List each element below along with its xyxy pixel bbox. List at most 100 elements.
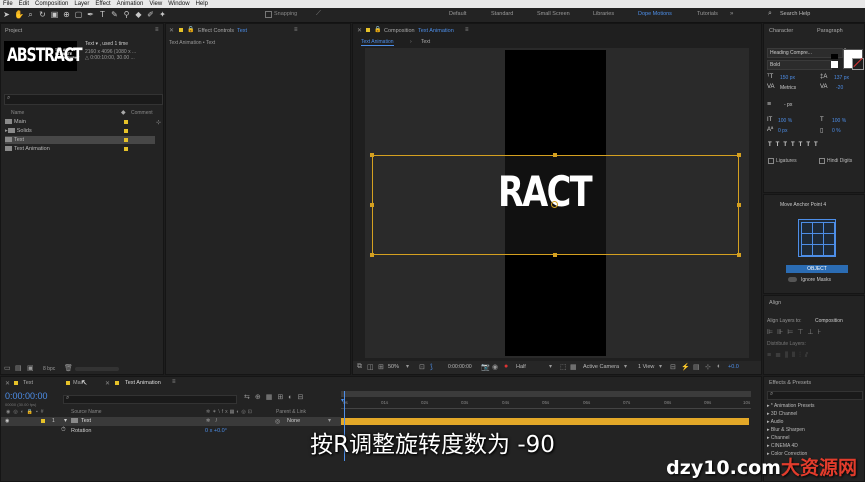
- zoom-tool-icon[interactable]: ⌕: [26, 10, 35, 19]
- project-item-main[interactable]: Main: [5, 118, 155, 126]
- stroke-color-swatch[interactable]: [852, 57, 864, 70]
- snapshot-icon[interactable]: 📷: [481, 363, 490, 371]
- snap-options-icon[interactable]: ⟋: [316, 10, 321, 18]
- font-style-select[interactable]: Bold: [767, 60, 832, 70]
- label-color-swatch[interactable]: [41, 419, 45, 423]
- col-source-header[interactable]: Source Name: [71, 409, 102, 415]
- transform-handle[interactable]: [370, 203, 374, 207]
- selection-tool-icon[interactable]: ➤: [2, 10, 11, 19]
- tracking-value[interactable]: -20: [836, 85, 843, 91]
- anchor-bottom-right[interactable]: [823, 244, 835, 256]
- effect-controls-tab[interactable]: Effect Controls: [198, 28, 234, 34]
- transform-handle[interactable]: [737, 153, 741, 157]
- anchor-grid[interactable]: [798, 219, 836, 257]
- always-preview-icon[interactable]: ⧉: [357, 363, 362, 371]
- project-item-text[interactable]: Text: [5, 136, 155, 144]
- camera-select[interactable]: Active Camera: [583, 364, 619, 370]
- resolution-select[interactable]: Half: [516, 364, 526, 370]
- project-item-text-animation[interactable]: Text Animation: [5, 145, 155, 153]
- color-channel-icon[interactable]: ●: [504, 363, 508, 370]
- project-tab[interactable]: Project: [5, 28, 22, 34]
- horizontal-scale-value[interactable]: 100 %: [832, 118, 846, 124]
- baseline-shift-value[interactable]: 0 px: [778, 128, 787, 134]
- transform-handle[interactable]: [370, 253, 374, 257]
- effects-presets-tab[interactable]: Effects & Presets: [769, 380, 811, 386]
- flowchart-icon[interactable]: ⊹: [705, 363, 711, 371]
- project-item-solids[interactable]: ▸ Solids: [5, 127, 155, 135]
- white-swatch[interactable]: [831, 61, 838, 68]
- label-color-swatch[interactable]: [124, 138, 128, 142]
- roto-brush-tool-icon[interactable]: ✐: [146, 10, 155, 19]
- comp-subtab-text[interactable]: Text: [421, 39, 430, 45]
- time-ruler[interactable]: 0s 01s 02s 03s 04s 05s 06s 07s 08s 09s 1…: [341, 398, 751, 409]
- new-folder-icon[interactable]: ▤: [15, 364, 22, 372]
- close-tab-icon[interactable]: ✕: [169, 27, 174, 34]
- transform-handle[interactable]: [737, 203, 741, 207]
- bit-depth-button[interactable]: 8 bpc: [43, 366, 55, 372]
- menu-composition[interactable]: Composition: [35, 1, 68, 7]
- transform-handle[interactable]: [737, 253, 741, 257]
- snapping-checkbox[interactable]: [265, 11, 272, 18]
- effect-controls-layer[interactable]: Text: [237, 28, 247, 34]
- pickwhip-icon[interactable]: ◎: [275, 418, 280, 425]
- workspace-overflow-icon[interactable]: »: [730, 11, 733, 17]
- flowchart-icon[interactable]: ⊹: [156, 119, 161, 126]
- align-target-select[interactable]: Composition: [815, 318, 843, 324]
- menu-window[interactable]: Window: [168, 1, 189, 7]
- col-name-header[interactable]: Name: [11, 110, 24, 116]
- view-layout-select[interactable]: 1 View: [638, 364, 654, 370]
- workspace-default[interactable]: Default: [449, 11, 466, 17]
- stroke-width-value[interactable]: - px: [784, 102, 792, 108]
- zoom-select[interactable]: 50%: [388, 364, 399, 370]
- search-icon[interactable]: ⌕: [768, 10, 772, 18]
- brush-tool-icon[interactable]: ✎: [110, 10, 119, 19]
- guides-icon[interactable]: ⊞: [378, 363, 384, 371]
- close-tab-icon[interactable]: ✕: [5, 380, 10, 387]
- workspace-libraries[interactable]: Libraries: [593, 11, 614, 17]
- interpret-footage-icon[interactable]: ▭: [4, 364, 11, 372]
- workspace-tutorials[interactable]: Tutorials: [697, 11, 718, 17]
- workspace-small-screen[interactable]: Small Screen: [537, 11, 570, 17]
- expand-arrow-icon[interactable]: ▾: [64, 417, 67, 424]
- effect-category-animation-presets[interactable]: ▸ * Animation Presets: [767, 402, 815, 410]
- timeline-tab-text[interactable]: Text: [23, 380, 33, 386]
- transform-handle[interactable]: [553, 153, 557, 157]
- label-color-swatch[interactable]: [124, 129, 128, 133]
- exposure-reset-icon[interactable]: ◐: [717, 363, 721, 370]
- playhead-handle-icon[interactable]: ▾: [341, 397, 344, 404]
- label-color-swatch[interactable]: [124, 120, 128, 124]
- rotate-tool-icon[interactable]: ↻: [38, 10, 47, 19]
- toggle-pixel-aspect-icon[interactable]: ⊟: [670, 363, 676, 371]
- panel-menu-icon[interactable]: ≡: [465, 27, 469, 33]
- comp-timecode[interactable]: 0:00:00:00: [448, 364, 472, 370]
- lock-icon[interactable]: 🔒: [374, 26, 381, 33]
- lock-icon[interactable]: 🔒: [187, 26, 194, 33]
- distribute-buttons[interactable]: ≡≣⫼⫴⫶⫽: [767, 351, 812, 360]
- black-swatch[interactable]: [831, 54, 838, 59]
- menu-help[interactable]: Help: [196, 1, 208, 7]
- menu-edit[interactable]: Edit: [19, 1, 29, 7]
- pan-behind-tool-icon[interactable]: ⊕: [62, 10, 71, 19]
- font-size-value[interactable]: 150 px: [780, 75, 795, 81]
- align-buttons[interactable]: ⊫⊪⊨⊤⊥⊦: [767, 328, 825, 336]
- timeline-switches-toolbar[interactable]: ⇆⊕▦⊞◐⊟: [244, 393, 308, 401]
- hand-tool-icon[interactable]: ✋: [14, 10, 24, 19]
- layer-switches[interactable]: ✲ /: [206, 418, 219, 424]
- region-of-interest-icon[interactable]: ⬚: [560, 363, 567, 371]
- layer-name[interactable]: Text: [81, 418, 91, 424]
- work-area-bar[interactable]: [341, 391, 751, 397]
- kerning-value[interactable]: Metrics: [780, 85, 796, 91]
- hindi-digits-checkbox[interactable]: [819, 158, 825, 164]
- ignore-masks-toggle[interactable]: [788, 277, 797, 282]
- anchor-point-icon[interactable]: [551, 201, 558, 208]
- menu-layer[interactable]: Layer: [74, 1, 89, 7]
- workspace-dope-motions[interactable]: Dope Motions: [638, 11, 672, 17]
- transform-handle[interactable]: [370, 153, 374, 157]
- safe-margins-icon[interactable]: ⊡: [419, 363, 425, 371]
- label-color-swatch[interactable]: [124, 147, 128, 151]
- new-composition-icon[interactable]: ▣: [27, 364, 34, 372]
- col-parent-header[interactable]: Parent & Link: [276, 409, 306, 415]
- eraser-tool-icon[interactable]: ◆: [134, 10, 143, 19]
- vr-icon[interactable]: ◫: [367, 363, 374, 371]
- fast-previews-icon[interactable]: ⚡: [681, 363, 690, 371]
